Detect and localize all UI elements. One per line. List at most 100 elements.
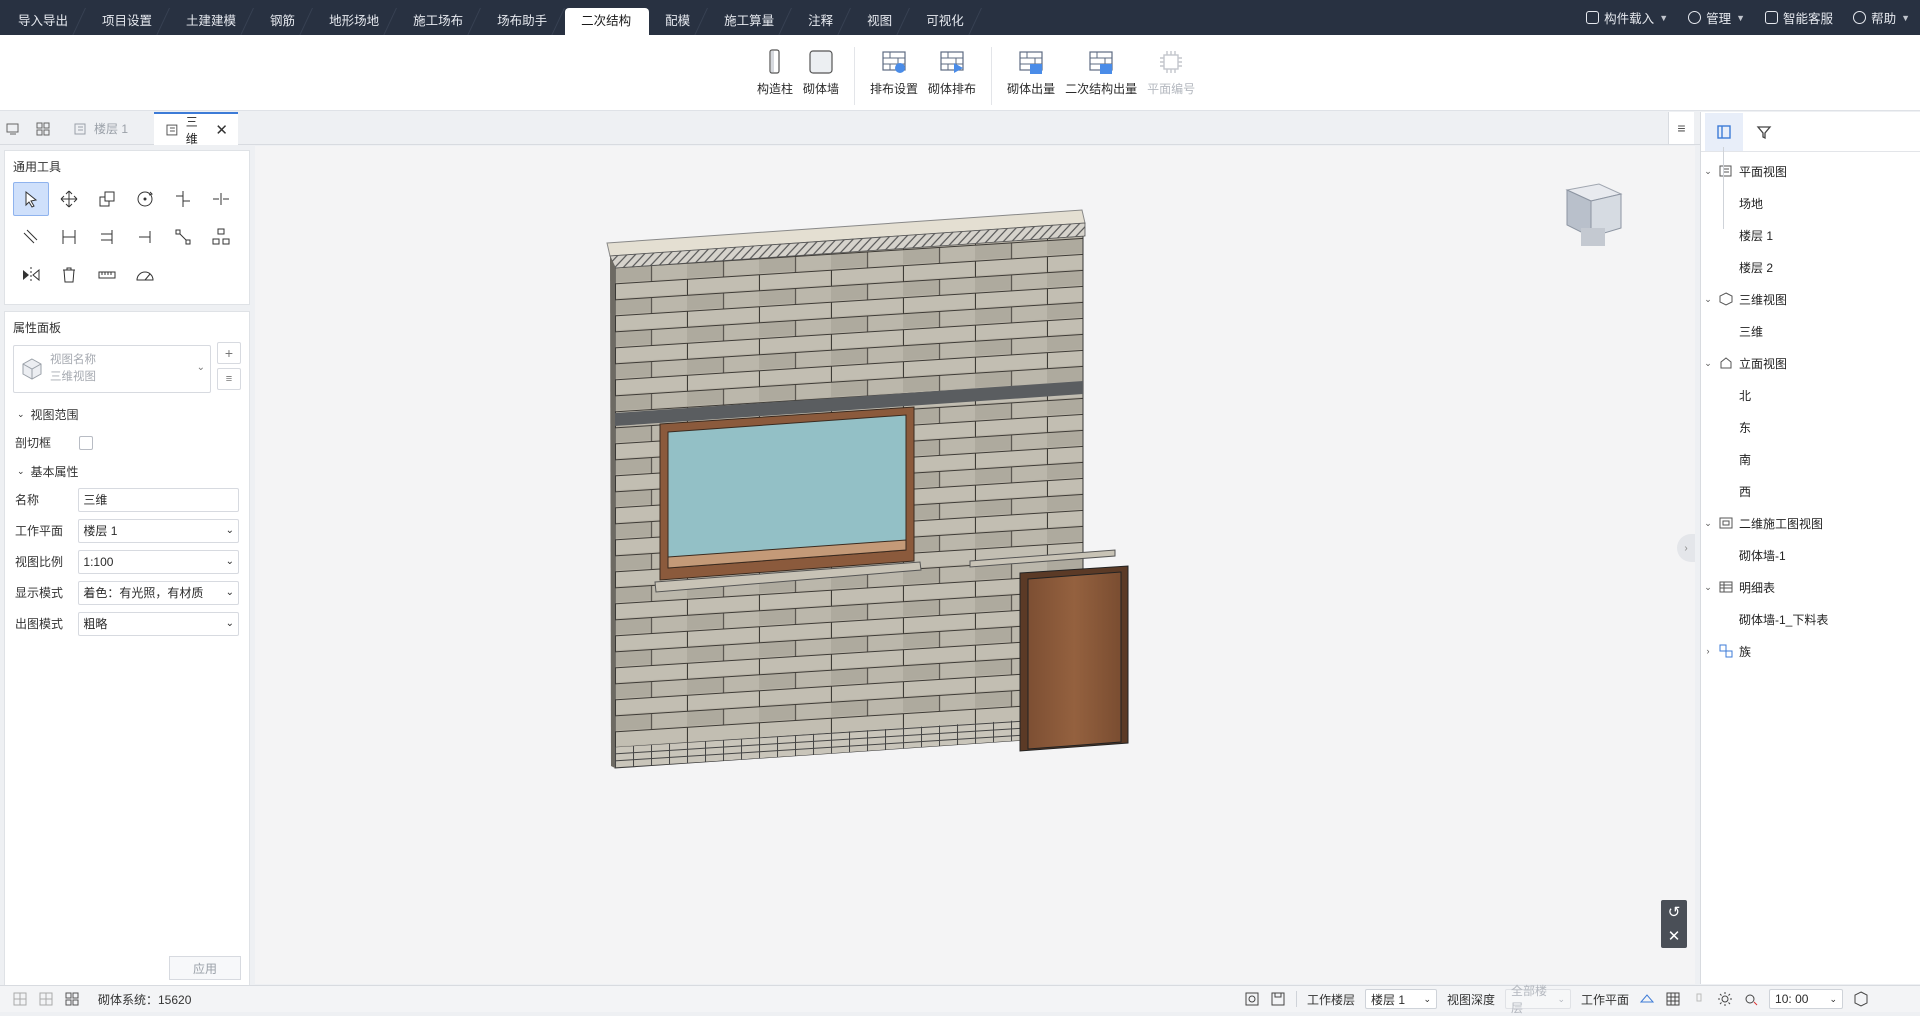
close-icon[interactable]: ✕ (215, 121, 228, 139)
add-view-button[interactable]: + (217, 342, 241, 364)
apply-button[interactable]: 应用 (169, 956, 241, 980)
menu-tab-formwork[interactable]: 配模 (649, 8, 709, 35)
crop-box-checkbox[interactable] (79, 435, 93, 450)
grid-view-button[interactable] (36, 112, 50, 145)
menu-tab-visualize[interactable]: 可视化 (910, 8, 982, 35)
3d-viewport[interactable]: › ↺ ✕ (255, 146, 1695, 984)
chevron-down-icon: ⌄ (225, 556, 234, 567)
menu-tab-rebar[interactable]: 钢筋 (254, 8, 314, 35)
layout-icon[interactable] (12, 991, 28, 1007)
rotate-tool[interactable] (127, 182, 163, 216)
tree-item-east[interactable]: 东 (1701, 411, 1920, 443)
shadow-icon[interactable] (1743, 991, 1759, 1007)
properties-panel: 属性面板 视图名称 三维视图 ⌄ + ≡ ⌄ 视图范围 剖切框 ⌄ 基本属性 名称 三… (4, 311, 250, 987)
help-menu[interactable]: 帮助 ▼ (1853, 8, 1910, 27)
tile-icon[interactable] (64, 991, 80, 1007)
tree-item-cutting-list[interactable]: 砌体墙-1_下料表 (1701, 603, 1920, 635)
dimension-tool[interactable] (51, 220, 87, 254)
scale-select[interactable]: 1:100 ⌄ (78, 549, 239, 574)
smart-service-button[interactable]: 智能客服 (1765, 8, 1833, 27)
menu-tab-view[interactable]: 视图 (851, 8, 911, 35)
menu-tab-quantity[interactable]: 施工算量 (708, 8, 793, 35)
menu-tab-civil-modeling[interactable]: 土建建模 (170, 8, 255, 35)
delete-tool[interactable] (51, 258, 87, 292)
tree-item-3d[interactable]: 三维 (1701, 315, 1920, 347)
sun-icon[interactable] (1717, 991, 1733, 1007)
menu-tab-project-settings[interactable]: 项目设置 (86, 8, 171, 35)
tree-families[interactable]: › 族 (1701, 635, 1920, 667)
masonry-wall-button[interactable]: 砌体墙 (803, 47, 839, 97)
zoom-fit-icon[interactable] (1244, 991, 1260, 1007)
view-cube[interactable] (1555, 178, 1631, 260)
tree-item-north[interactable]: 北 (1701, 379, 1920, 411)
reset-view-icon[interactable]: ↺ (1668, 903, 1681, 921)
tree-item-west[interactable]: 西 (1701, 475, 1920, 507)
array-tool[interactable] (165, 220, 201, 254)
masonry-quantity-button[interactable]: 砌体出量 (1007, 47, 1055, 97)
select-tool[interactable] (13, 182, 49, 216)
work-plane-select[interactable]: 楼层 1 ⌄ (78, 518, 239, 543)
menu-tab-layout-assistant[interactable]: 场布助手 (481, 8, 566, 35)
split-tool[interactable] (203, 182, 239, 216)
menu-tab-site-layout[interactable]: 施工场布 (397, 8, 482, 35)
layout-settings-button[interactable]: 排布设置 (870, 47, 918, 97)
viewport-menu-icon[interactable]: ≡ (1668, 112, 1694, 144)
wall-3d-model[interactable] (255, 146, 1695, 984)
tree-item-floor-2[interactable]: 楼层 2 (1701, 251, 1920, 283)
menu-tab-import-export[interactable]: 导入导出 (2, 8, 87, 35)
time-select[interactable]: 10: 00 ⌄ (1769, 989, 1844, 1009)
work-plane-icon[interactable] (1639, 991, 1655, 1007)
screen-icon-button[interactable] (6, 112, 20, 145)
work-floor-select[interactable]: 楼层 1 ⌄ (1365, 989, 1438, 1009)
align-tool[interactable] (165, 182, 201, 216)
menu-tab-annotation[interactable]: 注释 (792, 8, 852, 35)
mirror-tool[interactable] (13, 258, 49, 292)
tree-item-south[interactable]: 南 (1701, 443, 1920, 475)
view-range-section[interactable]: ⌄ 视图范围 (5, 401, 249, 427)
manage-menu[interactable]: 管理 ▼ (1688, 8, 1745, 27)
offset-tool[interactable] (13, 220, 49, 254)
output-mode-select[interactable]: 粗略 ⌄ (78, 611, 239, 636)
view-type-selector[interactable]: 视图名称 三维视图 ⌄ (13, 345, 211, 393)
name-input[interactable]: 三维 (78, 487, 239, 512)
tree-item-floor-1[interactable]: 楼层 1 (1701, 219, 1920, 251)
filter-button[interactable] (1745, 113, 1783, 151)
display-mode-select[interactable]: 着色：有光照，有材质 ⌄ (78, 580, 239, 605)
work-plane-value: 楼层 1 (83, 524, 118, 538)
trim-tool[interactable] (89, 220, 125, 254)
tree-schedules[interactable]: ⌄ 明细表 (1701, 571, 1920, 603)
grid-icon[interactable] (38, 991, 54, 1007)
copy-tool[interactable] (89, 182, 125, 216)
work-plane-status-label: 工作平面 (1581, 992, 1630, 1007)
light-icon[interactable] (1691, 991, 1707, 1007)
view-depth-select[interactable]: 全部楼层 ⌄ (1505, 984, 1572, 1015)
plan-number-button[interactable]: 平面编号 (1147, 47, 1195, 97)
extend-tool[interactable] (127, 220, 163, 254)
construction-column-button[interactable]: 构造柱 (757, 47, 793, 97)
masonry-layout-label: 砌体排布 (928, 82, 977, 96)
tree-item-site[interactable]: 场地 (1701, 187, 1920, 219)
view-list-button[interactable]: ≡ (217, 368, 241, 390)
masonry-layout-button[interactable]: 砌体排布 (928, 47, 976, 97)
component-load-menu[interactable]: 构件载入 ▼ (1586, 8, 1668, 27)
save-view-icon[interactable] (1270, 991, 1286, 1007)
tree-item-masonry-wall-1[interactable]: 砌体墙-1 (1701, 539, 1920, 571)
tree-plan-views[interactable]: ⌄ 平面视图 (1701, 155, 1920, 187)
grid-toggle-icon[interactable] (1665, 991, 1681, 1007)
angle-tool[interactable] (127, 258, 163, 292)
browser-tab-button[interactable] (1705, 112, 1743, 151)
move-tool[interactable] (51, 182, 87, 216)
tree-3d-views[interactable]: ⌄ 三维视图 (1701, 283, 1920, 315)
menu-tab-secondary-structure[interactable]: 二次结构 (565, 8, 650, 35)
secondary-quantity-button[interactable]: 二次结构出量 (1065, 47, 1137, 97)
measure-tool[interactable] (89, 258, 125, 292)
tree-elevation-views[interactable]: ⌄ 立面视图 (1701, 347, 1920, 379)
tab-floor-1[interactable]: 楼层 1 (64, 112, 138, 145)
group-tool[interactable] (203, 220, 239, 254)
tree-drawing-views[interactable]: ⌄ 二维施工图视图 (1701, 507, 1920, 539)
tab-3d[interactable]: 三维 ✕ (154, 112, 238, 146)
menu-tab-terrain-site[interactable]: 地形场地 (313, 8, 398, 35)
close-icon[interactable]: ✕ (1668, 927, 1681, 945)
basic-props-section[interactable]: ⌄ 基本属性 (5, 458, 249, 484)
cube-icon[interactable] (1853, 991, 1869, 1007)
